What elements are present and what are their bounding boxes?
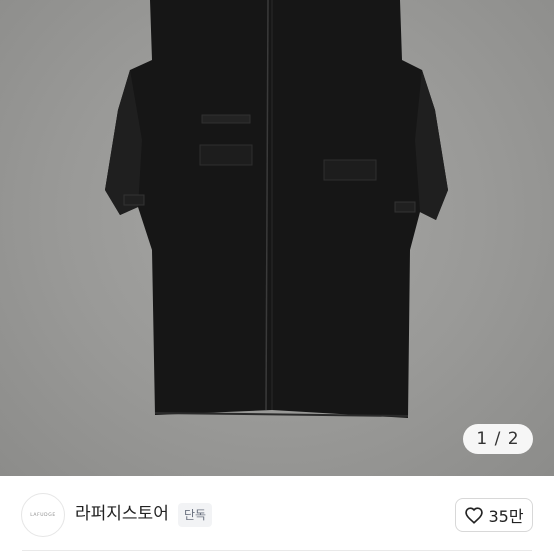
product-image-gallery[interactable]: 1 / 2 [0, 0, 554, 476]
exclusive-badge: 단독 [178, 503, 213, 527]
store-name[interactable]: 라퍼지스토어 [75, 503, 169, 525]
store-logo-text: LAFUDGE [30, 512, 56, 518]
like-count: 35만 [488, 507, 524, 526]
image-counter: 1 / 2 [463, 424, 533, 454]
divider [22, 550, 532, 551]
heart-icon [464, 506, 484, 524]
seller-bar: LAFUDGE 라퍼지스토어 단독 35만 [0, 476, 554, 554]
product-image-coat [105, 0, 448, 418]
store-logo[interactable]: LAFUDGE [21, 493, 65, 537]
like-button[interactable]: 35만 [455, 498, 533, 532]
